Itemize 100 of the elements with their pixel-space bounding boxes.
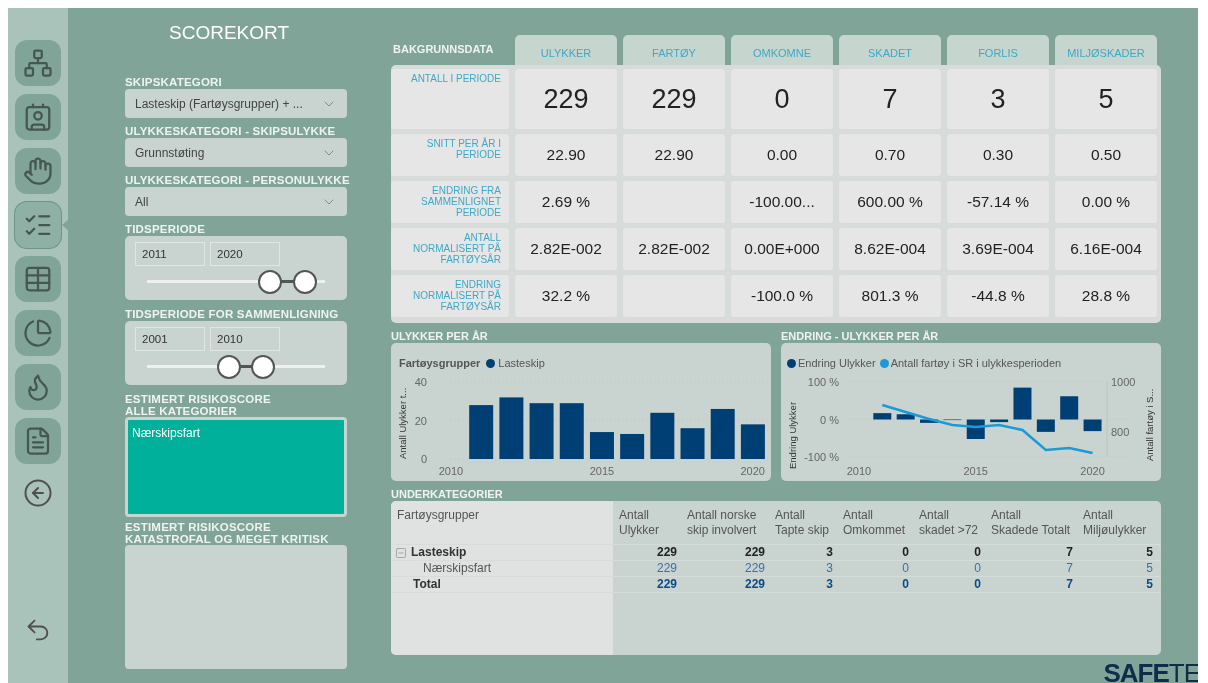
y-tick-label: 0 % <box>820 413 839 426</box>
slider-thumb[interactable] <box>250 355 275 379</box>
bar <box>499 397 524 459</box>
x-tick-label: 2020 <box>1080 465 1105 477</box>
column-header: OMKOMNE <box>731 35 833 65</box>
column-header: Antall Omkommet <box>842 507 906 539</box>
slider-thumb[interactable] <box>216 355 241 379</box>
network-icon <box>23 48 53 78</box>
row-label: ANTALL NORMALISERT PÅ FARTØYSÅR <box>391 228 509 270</box>
table-cell-text: 0 <box>901 577 910 592</box>
column-header: Antall norske skip involvert <box>686 507 758 539</box>
page-title: SCOREKORT <box>168 21 290 45</box>
slider-thumb[interactable] <box>293 270 318 294</box>
bar <box>650 412 675 459</box>
x-tick-label: 2010 <box>438 465 464 477</box>
y-tick-label: -100 % <box>804 451 839 463</box>
nav-button[interactable] <box>15 310 61 356</box>
y-axis-title: Antall Ulykker t... <box>397 387 408 459</box>
table-cell-text: 229 <box>655 577 678 592</box>
nav-button[interactable] <box>15 364 61 410</box>
legend-item: Lasteskip <box>486 354 545 372</box>
table-icon <box>23 264 53 294</box>
filter-label: SKIPSKATEGORI <box>125 76 223 88</box>
score-cell: 0 <box>731 69 833 129</box>
risk-label: ESTIMERT RISIKOSCORE KATASTROFAL OG MEGET KRITISK <box>125 521 330 545</box>
score-cell: 600.00 % <box>839 181 941 223</box>
nav-button[interactable] <box>15 418 61 464</box>
table-cell-text: 3 <box>825 545 834 560</box>
table-cell-text: 0 <box>973 577 982 592</box>
score-cell: 3.69E-004 <box>947 228 1049 270</box>
score-cell: 2.82E-002 <box>623 228 725 270</box>
legend-item: Antall fartøy i SR i ulykkesperioden <box>879 354 1062 372</box>
contact-card-icon <box>23 102 53 132</box>
bar <box>529 403 554 459</box>
score-cell: 2.82E-002 <box>515 228 617 270</box>
range-start-field[interactable]: 2011 <box>135 242 205 266</box>
x-tick-label: 2015 <box>963 465 988 477</box>
score-cell: 28.8 % <box>1055 275 1157 317</box>
range-start-field[interactable]: 2001 <box>135 327 205 351</box>
table-cell-text: 7 <box>1065 545 1074 560</box>
nav-button[interactable] <box>15 202 61 248</box>
score-cell: 7 <box>839 69 941 129</box>
table-cell-text: 0 <box>901 561 910 576</box>
nav-button[interactable] <box>15 148 61 194</box>
row-label: Total <box>413 577 441 592</box>
range-end-field[interactable]: 2020 <box>210 242 280 266</box>
bar <box>1013 387 1032 420</box>
score-cell: 32.2 % <box>515 275 617 317</box>
table-cell-text: 229 <box>655 561 678 576</box>
row-label: ENDRING NORMALISERT PÅ FARTØYSÅR <box>391 275 509 317</box>
bar <box>1060 396 1079 420</box>
score-cell: 0.50 <box>1055 134 1157 176</box>
chart-title: ENDRING - ULYKKER PER ÅR <box>781 329 940 343</box>
row-label: Nærskipsfart <box>423 561 491 576</box>
column-header: Antall Skadede Totalt <box>990 507 1072 539</box>
y-tick-label: 100 % <box>807 376 839 388</box>
nav-button[interactable] <box>15 94 61 140</box>
row-label: Lasteskip <box>411 545 467 560</box>
slider-thumb[interactable] <box>257 270 282 294</box>
y-tick-label: 20 <box>414 414 427 427</box>
score-cell: 5 <box>1055 69 1157 129</box>
column-header: SKADET <box>839 35 941 65</box>
nav-button[interactable] <box>15 40 61 86</box>
secondary-y-axis-title: Antall fartøy i S... <box>1144 388 1155 461</box>
score-cell: 2.69 % <box>515 181 617 223</box>
bar <box>1036 419 1055 432</box>
secondary-y-tick-label: 800 <box>1111 426 1130 438</box>
table-cell-text: 3 <box>825 561 834 576</box>
bar <box>990 419 1009 423</box>
score-cell: 22.90 <box>515 134 617 176</box>
dropdown[interactable]: Grunnstøting <box>125 138 347 167</box>
score-cell: -44.8 % <box>947 275 1049 317</box>
row-label: ANTALL I PERIODE <box>391 69 509 129</box>
row-label: SNITT PER ÅR I PERIODE <box>391 134 509 176</box>
section-title: BAKGRUNNSDATA <box>392 42 495 57</box>
pie-chart-icon <box>23 318 53 348</box>
bar <box>710 408 735 459</box>
bar <box>589 432 614 459</box>
filter-label: TIDSPERIODE <box>125 223 207 235</box>
column-header: Antall skadet >72 <box>918 507 980 539</box>
table-cell-text: 0 <box>901 545 910 560</box>
range-end-field[interactable]: 2010 <box>210 327 280 351</box>
bar <box>680 428 705 459</box>
column-header: ULYKKER <box>515 35 617 65</box>
legend-item: Endring Ulykker <box>787 354 876 372</box>
filter-label: TIDSPERIODE FOR SAMMENLIGNING <box>125 308 340 320</box>
dropdown[interactable]: Lasteskip (Fartøysgrupper) + ... <box>125 89 347 118</box>
column-header: Fartøysgrupper <box>396 507 481 524</box>
score-cell: 0.00E+000 <box>731 228 833 270</box>
row-label: ENDRING FRA SAMMENLIGNET PERIODE <box>391 181 509 223</box>
risk-label: ESTIMERT RISIKOSCORE ALLE KATEGORIER <box>125 393 272 417</box>
table-cell-text: 7 <box>1065 577 1074 592</box>
column-header: FORLIS <box>947 35 1049 65</box>
score-cell: 229 <box>515 69 617 129</box>
dropdown[interactable]: All <box>125 187 347 216</box>
nav-button[interactable] <box>15 256 61 302</box>
bar <box>620 434 645 459</box>
score-cell: 229 <box>623 69 725 129</box>
column-header: Antall Ulykker <box>618 507 660 539</box>
score-cell: 3 <box>947 69 1049 129</box>
